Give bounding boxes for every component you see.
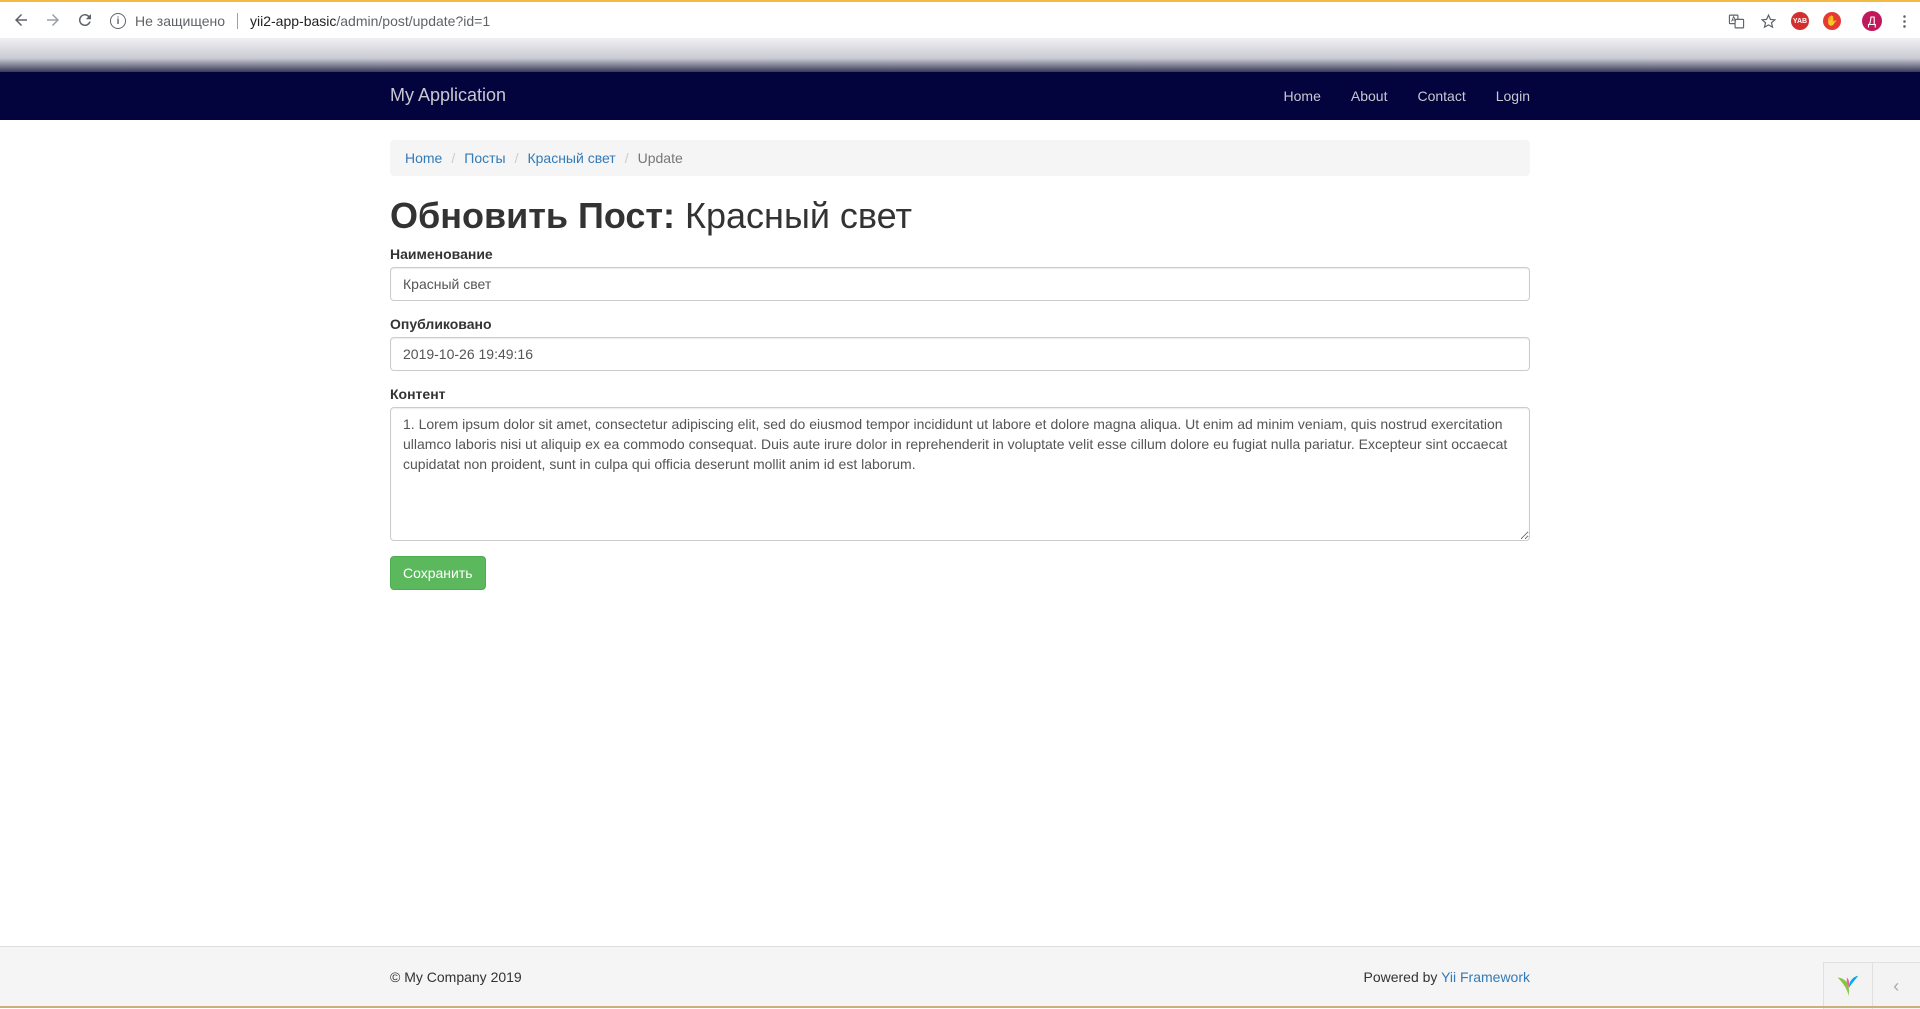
content-label: Контент (390, 386, 1530, 402)
chevron-left-icon[interactable]: ‹ (1872, 963, 1920, 1009)
footer-copyright: © My Company 2019 (390, 969, 522, 985)
browser-extensions: YAB ✋ Д (1720, 7, 1920, 35)
footer-powered-prefix: Powered by (1363, 969, 1437, 985)
url-host: yii2-app-basic (250, 13, 336, 29)
breadcrumb-posts[interactable]: Посты (464, 150, 505, 166)
site-footer: © My Company 2019 Powered by Yii Framewo… (0, 946, 1920, 1008)
reload-icon[interactable] (72, 7, 98, 33)
nav-about[interactable]: About (1336, 72, 1403, 120)
yii-framework-link[interactable]: Yii Framework (1441, 969, 1530, 985)
forward-arrow-icon[interactable] (40, 7, 66, 33)
bookmarks-bar-blurred (0, 38, 1920, 72)
published-field-group: Опубликовано (390, 316, 1530, 371)
published-input[interactable] (390, 337, 1530, 371)
name-label: Наименование (390, 246, 1530, 262)
info-icon[interactable]: i (110, 13, 126, 29)
profile-avatar[interactable]: Д (1858, 7, 1886, 35)
published-label: Опубликовано (390, 316, 1530, 332)
brand-link[interactable]: My Application (390, 85, 506, 106)
yii-logo-icon[interactable] (1824, 963, 1872, 1009)
page-title: Обновить Пост: Красный свет (390, 196, 1530, 236)
menu-dots-icon[interactable] (1890, 7, 1918, 35)
back-arrow-icon[interactable] (8, 7, 34, 33)
nav-menu: Home About Contact Login (1269, 72, 1530, 120)
save-button[interactable]: Сохранить (390, 556, 486, 590)
stop-hand-extension-icon[interactable]: ✋ (1818, 7, 1846, 35)
breadcrumb-separator: / (442, 150, 464, 166)
name-input[interactable] (390, 267, 1530, 301)
breadcrumb-separator: / (506, 150, 528, 166)
page-title-action: Обновить Пост: (390, 195, 675, 236)
nav-contact[interactable]: Contact (1402, 72, 1480, 120)
content-field-group: Контент 1. Lorem ipsum dolor sit amet, c… (390, 386, 1530, 541)
footer-powered: Powered by Yii Framework (1363, 969, 1530, 985)
breadcrumb: Home / Посты / Красный свет / Update (390, 140, 1530, 176)
content-textarea[interactable]: 1. Lorem ipsum dolor sit amet, consectet… (390, 407, 1530, 541)
security-label: Не защищено (135, 13, 225, 29)
breadcrumb-home[interactable]: Home (405, 150, 442, 166)
breadcrumb-post[interactable]: Красный свет (527, 150, 615, 166)
url-path: /admin/post/update?id=1 (336, 13, 490, 29)
breadcrumb-active: Update (638, 150, 683, 166)
breadcrumb-separator: / (616, 150, 638, 166)
browser-toolbar: i Не защищено yii2-app-basic/admin/post/… (0, 0, 1920, 38)
address-bar[interactable]: i Не защищено yii2-app-basic/admin/post/… (110, 8, 1760, 34)
omnibox-divider (237, 13, 238, 29)
site-navbar: My Application Home About Contact Login (0, 72, 1920, 120)
star-icon[interactable] (1754, 7, 1782, 35)
translate-icon[interactable] (1722, 7, 1750, 35)
yii-debug-toolbar: ‹ (1823, 962, 1920, 1009)
nav-home[interactable]: Home (1269, 72, 1336, 120)
main-container: Home / Посты / Красный свет / Update Обн… (390, 140, 1530, 590)
adblock-extension-icon[interactable]: YAB (1786, 7, 1814, 35)
nav-login[interactable]: Login (1481, 72, 1530, 120)
page-title-subject: Красный свет (685, 195, 912, 236)
name-field-group: Наименование (390, 246, 1530, 301)
